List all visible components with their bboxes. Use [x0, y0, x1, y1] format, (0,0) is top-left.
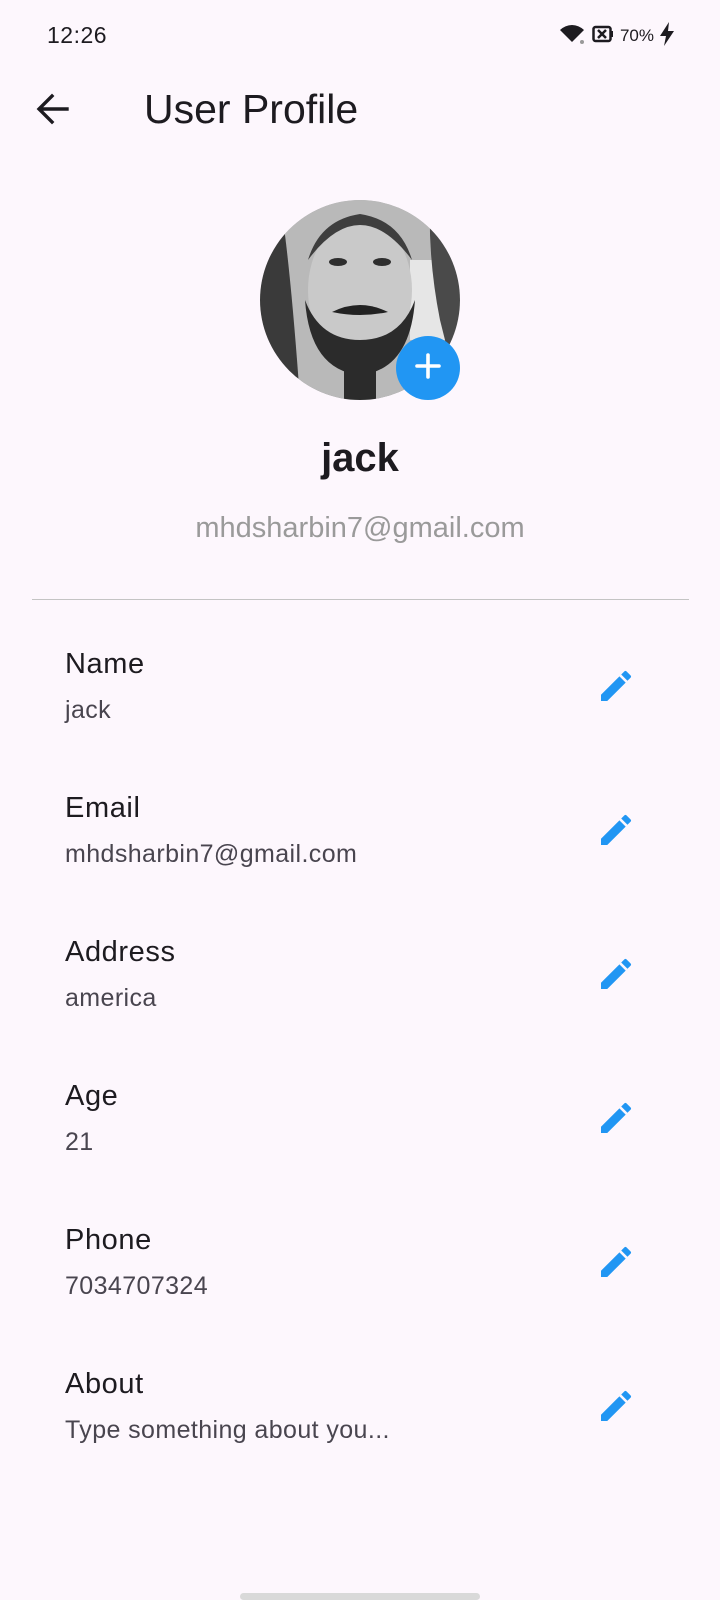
edit-name-button[interactable]	[594, 666, 638, 710]
pencil-icon	[596, 666, 636, 711]
user-profile-screen: 12:26 70% User Profile jack mhdsharbin7@…	[0, 0, 720, 1600]
battery-percent: 70%	[619, 26, 654, 45]
profile-details-list: Name jack Email mhdsharbin7@gmail.com Ad…	[0, 600, 720, 1464]
page-title: User Profile	[144, 86, 359, 132]
plus-icon	[414, 352, 442, 385]
detail-label: Name	[65, 648, 145, 680]
profile-name: jack	[321, 436, 399, 480]
pencil-icon	[596, 810, 636, 855]
battery-saver-icon	[592, 25, 614, 48]
pencil-icon	[596, 1386, 636, 1431]
detail-label: Email	[65, 792, 141, 824]
detail-label: About	[65, 1368, 144, 1400]
detail-label: Phone	[65, 1224, 152, 1256]
detail-value: america	[65, 984, 157, 1012]
detail-value: mhdsharbin7@gmail.com	[65, 840, 358, 868]
home-indicator[interactable]	[240, 1593, 480, 1600]
edit-address-button[interactable]	[594, 954, 638, 998]
add-photo-button[interactable]	[396, 336, 460, 400]
status-bar: 12:26 70%	[0, 0, 720, 72]
profile-email: mhdsharbin7@gmail.com	[195, 512, 525, 544]
detail-item-address: Address america	[0, 888, 720, 1032]
pencil-icon	[596, 954, 636, 999]
avatar-container	[260, 200, 460, 400]
pencil-icon	[596, 1098, 636, 1143]
charging-bolt-icon	[660, 21, 674, 51]
app-bar: User Profile	[0, 72, 720, 148]
detail-item-name: Name jack	[0, 600, 720, 744]
edit-phone-button[interactable]	[594, 1242, 638, 1286]
detail-value: Type something about you...	[65, 1416, 390, 1444]
status-icons: 70%	[558, 21, 674, 51]
back-button[interactable]	[30, 88, 76, 134]
edit-age-button[interactable]	[594, 1098, 638, 1142]
detail-item-about: About Type something about you...	[0, 1320, 720, 1464]
detail-item-age: Age 21	[0, 1032, 720, 1176]
detail-label: Age	[65, 1080, 119, 1112]
edit-email-button[interactable]	[594, 810, 638, 854]
status-time: 12:26	[47, 22, 108, 48]
edit-about-button[interactable]	[594, 1386, 638, 1430]
wifi-icon	[558, 22, 586, 51]
detail-item-email: Email mhdsharbin7@gmail.com	[0, 744, 720, 888]
detail-value: jack	[65, 696, 112, 724]
detail-label: Address	[65, 936, 176, 968]
pencil-icon	[596, 1242, 636, 1287]
detail-item-phone: Phone 7034707324	[0, 1176, 720, 1320]
detail-value: 7034707324	[65, 1272, 209, 1300]
detail-value: 21	[65, 1128, 94, 1156]
arrow-back-icon	[35, 91, 71, 132]
